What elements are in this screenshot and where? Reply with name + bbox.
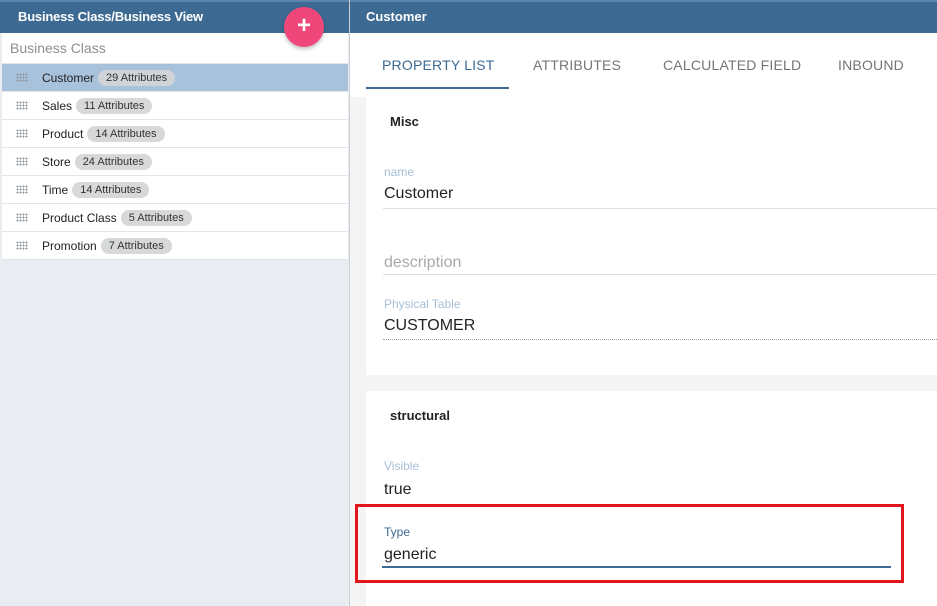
type-field-label: Type	[384, 525, 411, 539]
misc-section: Misc name Customer description Physical …	[366, 97, 937, 375]
list-item-label: Sales	[42, 98, 73, 113]
name-field-underline	[383, 208, 937, 209]
visible-field-label: Visible	[384, 459, 420, 473]
name-field-label: name	[384, 165, 415, 179]
attribute-count-badge: 14 Attributes	[72, 181, 150, 198]
drag-handle-icon[interactable]	[16, 129, 28, 138]
list-item-label: Customer	[42, 70, 95, 85]
attribute-count-badge: 7 Attributes	[100, 237, 172, 254]
list-item-promotion[interactable]: Promotion 7 Attributes	[2, 232, 348, 260]
right-panel-title: Customer	[366, 9, 427, 24]
tab-calculated-field[interactable]: CALCULATED FIELD	[663, 57, 801, 73]
list-item-label: Promotion	[42, 238, 97, 253]
tab-inbound[interactable]: INBOUND	[838, 57, 904, 73]
drag-handle-icon[interactable]	[16, 185, 28, 194]
attribute-count-badge: 14 Attributes	[87, 125, 165, 142]
active-tab-indicator	[366, 87, 509, 89]
list-item-label: Store	[42, 154, 71, 169]
drag-handle-icon[interactable]	[16, 241, 28, 250]
list-item-product[interactable]: Product 14 Attributes	[2, 120, 348, 148]
left-panel-title: Business Class/Business View	[18, 9, 203, 24]
description-field-underline	[383, 274, 937, 275]
business-class-list: Business Class Customer 29 Attributes Sa…	[2, 33, 348, 260]
right-panel-header: Customer	[350, 0, 937, 33]
drag-handle-icon[interactable]	[16, 213, 28, 222]
plus-icon: +	[296, 12, 311, 39]
section-title-misc: Misc	[390, 114, 419, 129]
type-field-underline	[382, 566, 891, 568]
attribute-count-badge: 24 Attributes	[74, 153, 152, 170]
list-item-store[interactable]: Store 24 Attributes	[2, 148, 348, 176]
list-item-sales[interactable]: Sales 11 Attributes	[2, 92, 348, 120]
list-item-product-class[interactable]: Product Class 5 Attributes	[2, 204, 348, 232]
list-item-customer[interactable]: Customer 29 Attributes	[2, 64, 348, 92]
list-item-time[interactable]: Time 14 Attributes	[2, 176, 348, 204]
property-panel: Customer PROPERTY LIST ATTRIBUTES CALCUL…	[350, 0, 937, 606]
tab-bar: PROPERTY LIST ATTRIBUTES CALCULATED FIEL…	[350, 33, 937, 97]
drag-handle-icon[interactable]	[16, 157, 28, 166]
physical-table-underline	[383, 339, 937, 340]
attribute-count-badge: 29 Attributes	[98, 69, 176, 86]
business-class-panel: Business Class/Business View + Business …	[0, 0, 350, 606]
tab-attributes[interactable]: ATTRIBUTES	[533, 57, 621, 73]
visible-field[interactable]: true	[384, 481, 412, 499]
attribute-count-badge: 5 Attributes	[120, 209, 192, 226]
list-item-label: Product Class	[42, 210, 117, 225]
structural-section: structural Visible true Type generic	[366, 391, 937, 606]
list-item-label: Time	[42, 182, 69, 197]
name-field[interactable]: Customer	[384, 185, 453, 203]
physical-table-label: Physical Table	[384, 297, 461, 311]
section-title-structural: structural	[390, 408, 450, 423]
add-business-class-button[interactable]: +	[284, 7, 324, 47]
list-item-label: Product	[42, 126, 84, 141]
attribute-count-badge: 11 Attributes	[76, 97, 153, 114]
description-field[interactable]: description	[384, 254, 461, 272]
drag-handle-icon[interactable]	[16, 73, 28, 82]
physical-table-field: CUSTOMER	[384, 317, 476, 334]
tab-property-list[interactable]: PROPERTY LIST	[382, 57, 495, 73]
type-field[interactable]: generic	[384, 546, 436, 564]
drag-handle-icon[interactable]	[16, 101, 28, 110]
